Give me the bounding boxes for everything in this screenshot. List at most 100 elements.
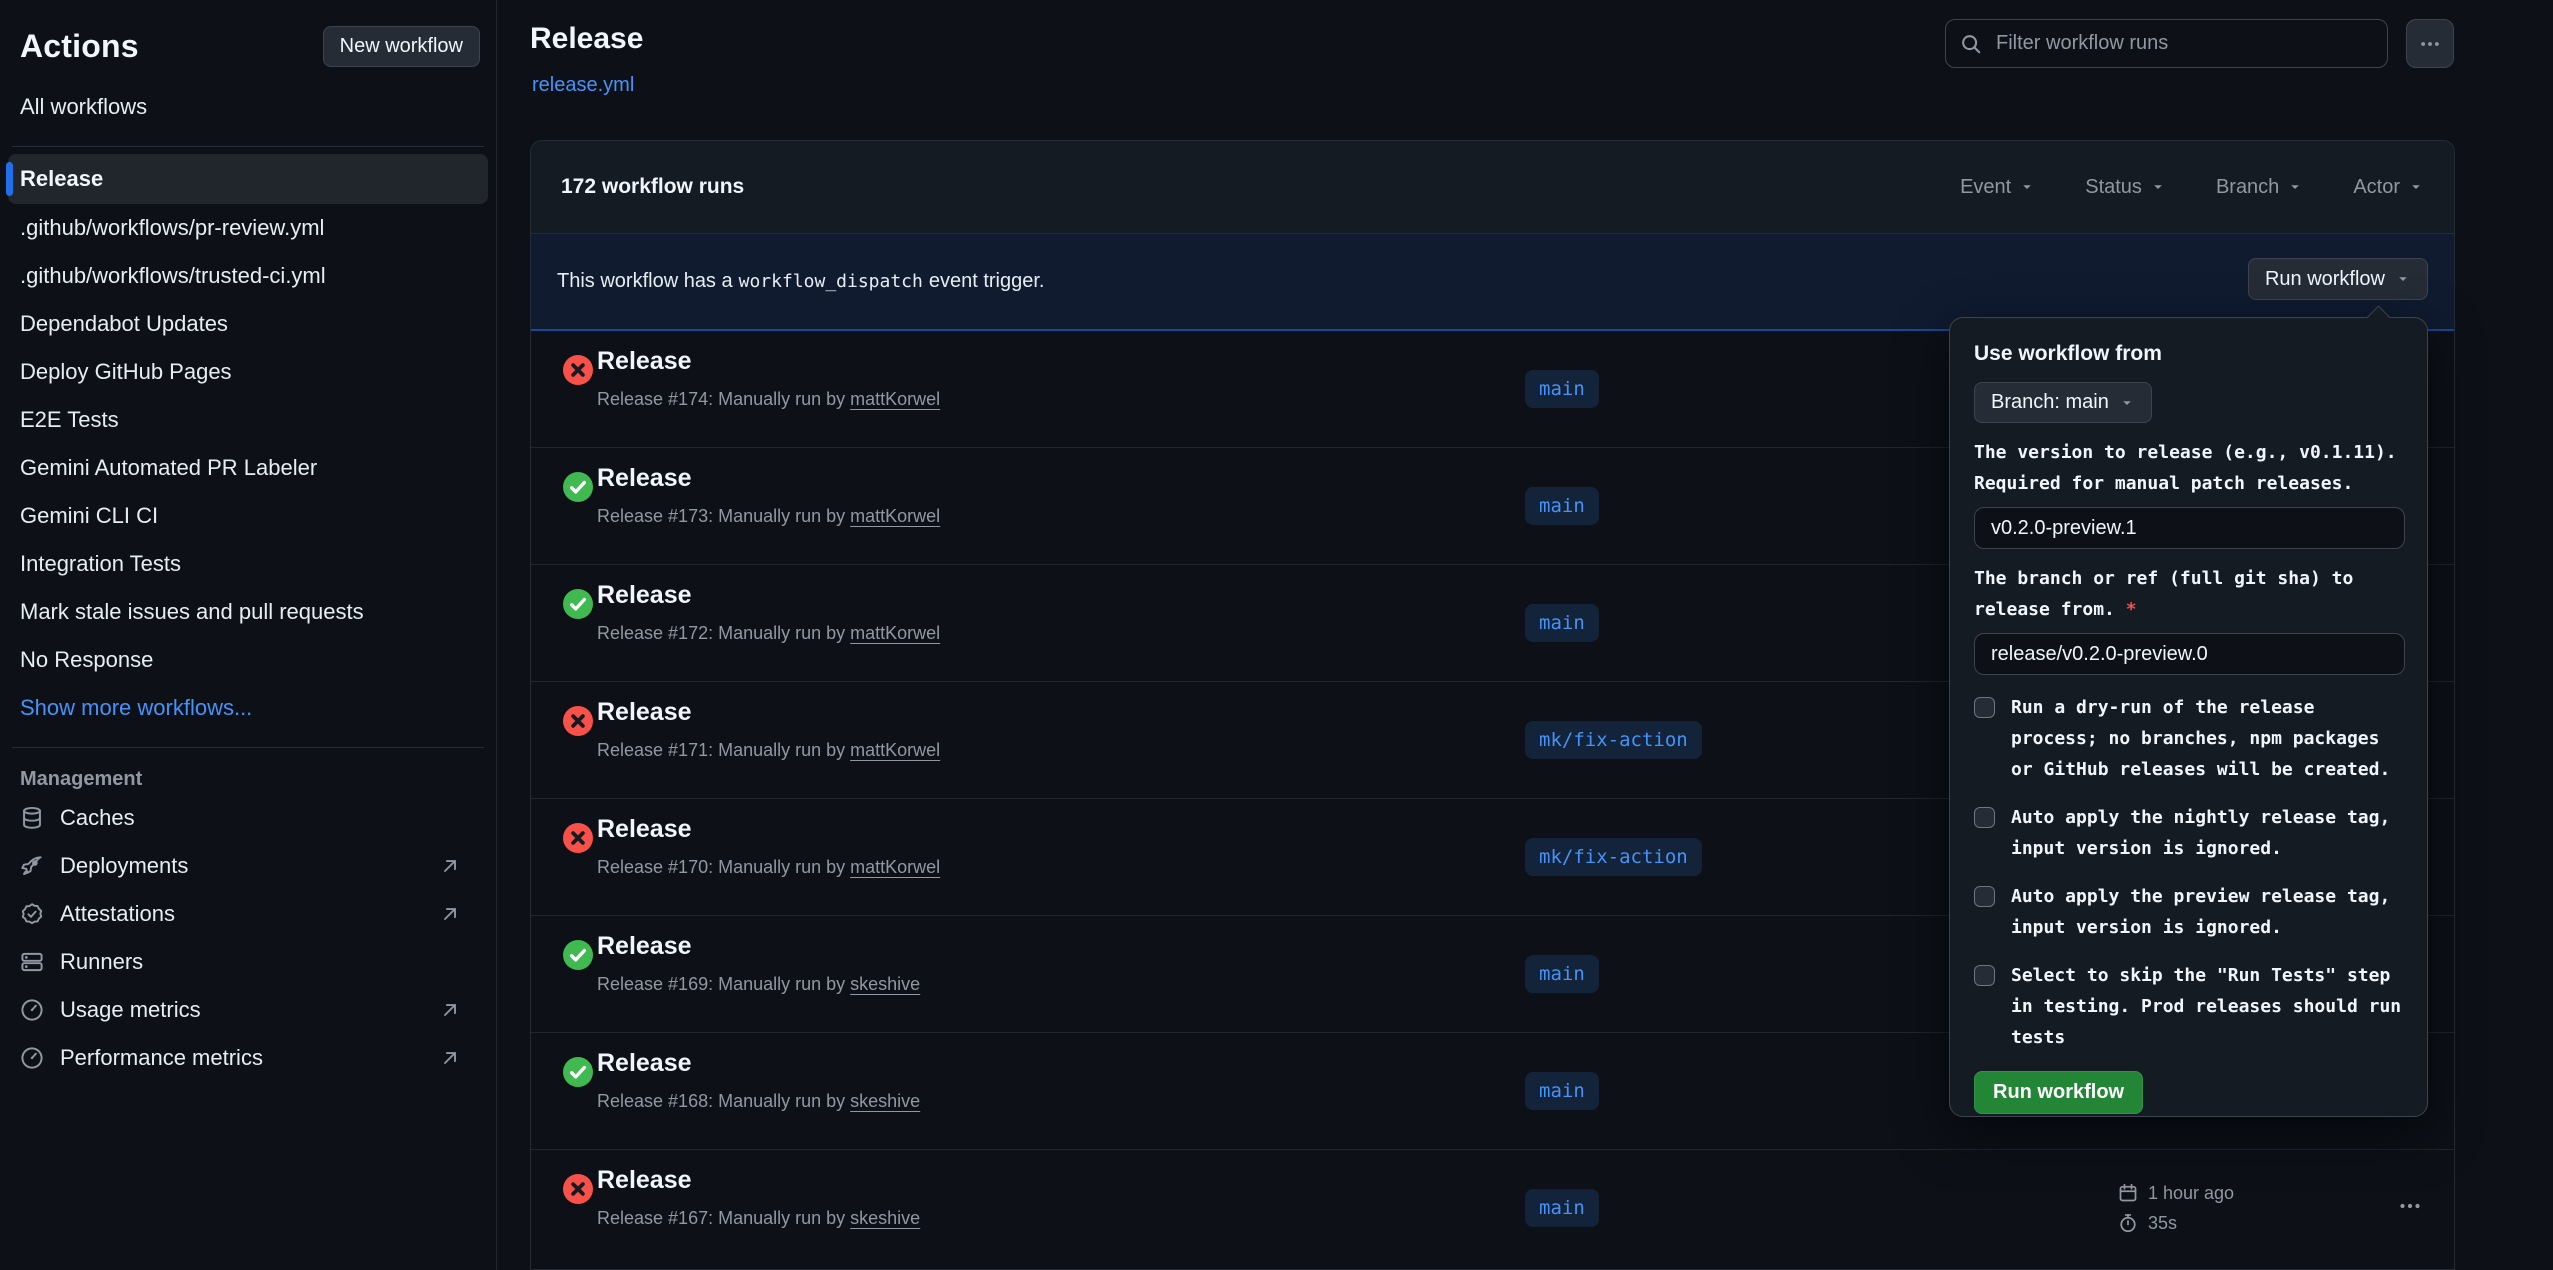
gauge-icon bbox=[20, 1046, 44, 1070]
workflow-file-link[interactable]: release.yml bbox=[532, 74, 634, 97]
actor-link[interactable]: skeshive bbox=[850, 1091, 920, 1111]
kebab-horizontal-icon bbox=[2398, 1194, 2422, 1218]
run-title-link[interactable]: Release bbox=[597, 581, 692, 610]
ref-input[interactable] bbox=[1974, 633, 2405, 675]
run-workflow-submit-button[interactable]: Run workflow bbox=[1974, 1071, 2143, 1114]
selected-indicator-bar bbox=[6, 162, 13, 196]
sidebar-item-workflow[interactable]: Release bbox=[8, 154, 488, 204]
actor-link[interactable]: mattKorwel bbox=[850, 623, 940, 643]
run-subtitle-text: Release #174: Manually run by bbox=[597, 389, 850, 409]
run-options-button[interactable] bbox=[2398, 1194, 2422, 1218]
filter-workflow-runs-box bbox=[1945, 19, 2388, 68]
sidebar-item-workflow[interactable]: .github/workflows/pr-review.yml bbox=[8, 204, 488, 252]
sidebar-item-workflow[interactable]: Show more workflows... bbox=[8, 684, 488, 732]
sidebar-item-label: Deployments bbox=[60, 853, 188, 879]
run-subtitle: Release #169: Manually run by skeshive bbox=[597, 974, 920, 995]
filter-dropdown-label: Status bbox=[2085, 176, 2142, 199]
caret-down-icon bbox=[2019, 179, 2035, 195]
checkbox-row: Select to skip the "Run Tests" step in t… bbox=[1974, 960, 2403, 1053]
actor-link[interactable]: skeshive bbox=[850, 974, 920, 994]
check-circle-icon bbox=[563, 1057, 593, 1087]
sidebar-item-label: Release bbox=[20, 166, 103, 192]
rocket-icon bbox=[20, 854, 44, 878]
checkbox-row: Run a dry-run of the release process; no… bbox=[1974, 692, 2403, 785]
new-workflow-button[interactable]: New workflow bbox=[323, 26, 480, 67]
workflow-options-button[interactable] bbox=[2406, 19, 2454, 68]
branch-badge[interactable]: main bbox=[1525, 370, 1599, 408]
database-icon bbox=[20, 806, 44, 830]
branch-badge[interactable]: main bbox=[1525, 955, 1599, 993]
run-subtitle-text: Release #173: Manually run by bbox=[597, 506, 850, 526]
branch-badge[interactable]: mk/fix-action bbox=[1525, 838, 1702, 876]
sidebar-item-workflow[interactable]: Gemini CLI CI bbox=[8, 492, 488, 540]
actor-link[interactable]: skeshive bbox=[850, 1208, 920, 1228]
sidebar-item-management[interactable]: Performance metrics bbox=[8, 1034, 488, 1082]
branch-select-button[interactable]: Branch: main bbox=[1974, 382, 2152, 423]
run-title-link[interactable]: Release bbox=[597, 698, 692, 727]
checkbox-label: Select to skip the "Run Tests" step in t… bbox=[2011, 960, 2403, 1053]
check-circle-icon bbox=[563, 589, 593, 619]
sidebar-item-workflow[interactable]: Deploy GitHub Pages bbox=[8, 348, 488, 396]
sidebar-item-label: Mark stale issues and pull requests bbox=[20, 599, 364, 625]
checkbox[interactable] bbox=[1974, 965, 1995, 986]
actor-link[interactable]: mattKorwel bbox=[850, 389, 940, 409]
sidebar-item-workflow[interactable]: Mark stale issues and pull requests bbox=[8, 588, 488, 636]
sidebar-item-management[interactable]: Attestations bbox=[8, 890, 488, 938]
filter-workflow-runs-input[interactable] bbox=[1994, 31, 2373, 56]
actor-link[interactable]: mattKorwel bbox=[850, 506, 940, 526]
filter-dropdown[interactable]: Actor bbox=[2353, 176, 2424, 199]
actor-link[interactable]: mattKorwel bbox=[850, 857, 940, 877]
branch-badge[interactable]: main bbox=[1525, 1189, 1599, 1227]
branch-badge[interactable]: main bbox=[1525, 604, 1599, 642]
popover-checkbox-list: Run a dry-run of the release process; no… bbox=[1974, 692, 2403, 1053]
sidebar-item-label: Runners bbox=[60, 949, 143, 975]
checkbox[interactable] bbox=[1974, 886, 1995, 907]
verified-icon bbox=[20, 902, 44, 926]
sidebar-item-management[interactable]: Runners bbox=[8, 938, 488, 986]
checkbox-label: Auto apply the nightly release tag, inpu… bbox=[2011, 802, 2403, 864]
arrow-up-right-icon bbox=[440, 1000, 460, 1020]
sidebar-item-workflow[interactable]: Gemini Automated PR Labeler bbox=[8, 444, 488, 492]
filter-dropdown[interactable]: Event bbox=[1960, 176, 2035, 199]
run-title-link[interactable]: Release bbox=[597, 347, 692, 376]
checkbox[interactable] bbox=[1974, 807, 1995, 828]
run-title-link[interactable]: Release bbox=[597, 1049, 692, 1078]
filter-dropdown[interactable]: Status bbox=[2085, 176, 2166, 199]
workflow-run-row[interactable]: Release Release #167: Manually run by sk… bbox=[531, 1149, 2454, 1266]
caret-down-icon bbox=[2408, 179, 2424, 195]
version-input[interactable] bbox=[1974, 507, 2405, 549]
branch-badge[interactable]: mk/fix-action bbox=[1525, 721, 1702, 759]
x-circle-icon bbox=[563, 823, 593, 853]
checkbox[interactable] bbox=[1974, 697, 1995, 718]
sidebar-title: Actions bbox=[20, 28, 139, 65]
page-title: Release bbox=[530, 22, 643, 56]
sidebar-divider bbox=[12, 747, 484, 748]
sidebar-item-management[interactable]: Usage metrics bbox=[8, 986, 488, 1034]
kebab-horizontal-icon bbox=[2419, 33, 2441, 55]
sidebar-item-all-workflows[interactable]: All workflows bbox=[8, 83, 488, 131]
sidebar-item-workflow[interactable]: .github/workflows/trusted-ci.yml bbox=[8, 252, 488, 300]
sidebar-item-label: E2E Tests bbox=[20, 407, 119, 433]
sidebar-item-workflow[interactable]: Integration Tests bbox=[8, 540, 488, 588]
run-subtitle: Release #168: Manually run by skeshive bbox=[597, 1091, 920, 1112]
workflow-nav: All workflows Release .github/workflows/… bbox=[8, 83, 488, 1082]
checkbox-row: Auto apply the preview release tag, inpu… bbox=[1974, 881, 2403, 943]
sidebar-item-workflow[interactable]: Dependabot Updates bbox=[8, 300, 488, 348]
actor-link[interactable]: mattKorwel bbox=[850, 740, 940, 760]
run-title-link[interactable]: Release bbox=[597, 464, 692, 493]
sidebar-item-workflow[interactable]: No Response bbox=[8, 636, 488, 684]
run-workflow-dropdown-button[interactable]: Run workflow bbox=[2248, 258, 2428, 300]
sidebar-item-management[interactable]: Caches bbox=[8, 794, 488, 842]
sidebar-item-workflow[interactable]: E2E Tests bbox=[8, 396, 488, 444]
run-title-link[interactable]: Release bbox=[597, 815, 692, 844]
branch-select-label: Branch: main bbox=[1991, 391, 2109, 414]
branch-badge[interactable]: main bbox=[1525, 1072, 1599, 1110]
run-subtitle: Release #173: Manually run by mattKorwel bbox=[597, 506, 940, 527]
filter-dropdown[interactable]: Branch bbox=[2216, 176, 2303, 199]
branch-badge[interactable]: main bbox=[1525, 487, 1599, 525]
calendar-icon bbox=[2118, 1183, 2138, 1203]
run-title-link[interactable]: Release bbox=[597, 932, 692, 961]
run-title-link[interactable]: Release bbox=[597, 1166, 692, 1195]
sidebar-item-management[interactable]: Deployments bbox=[8, 842, 488, 890]
triangle-down-icon bbox=[2119, 395, 2135, 411]
